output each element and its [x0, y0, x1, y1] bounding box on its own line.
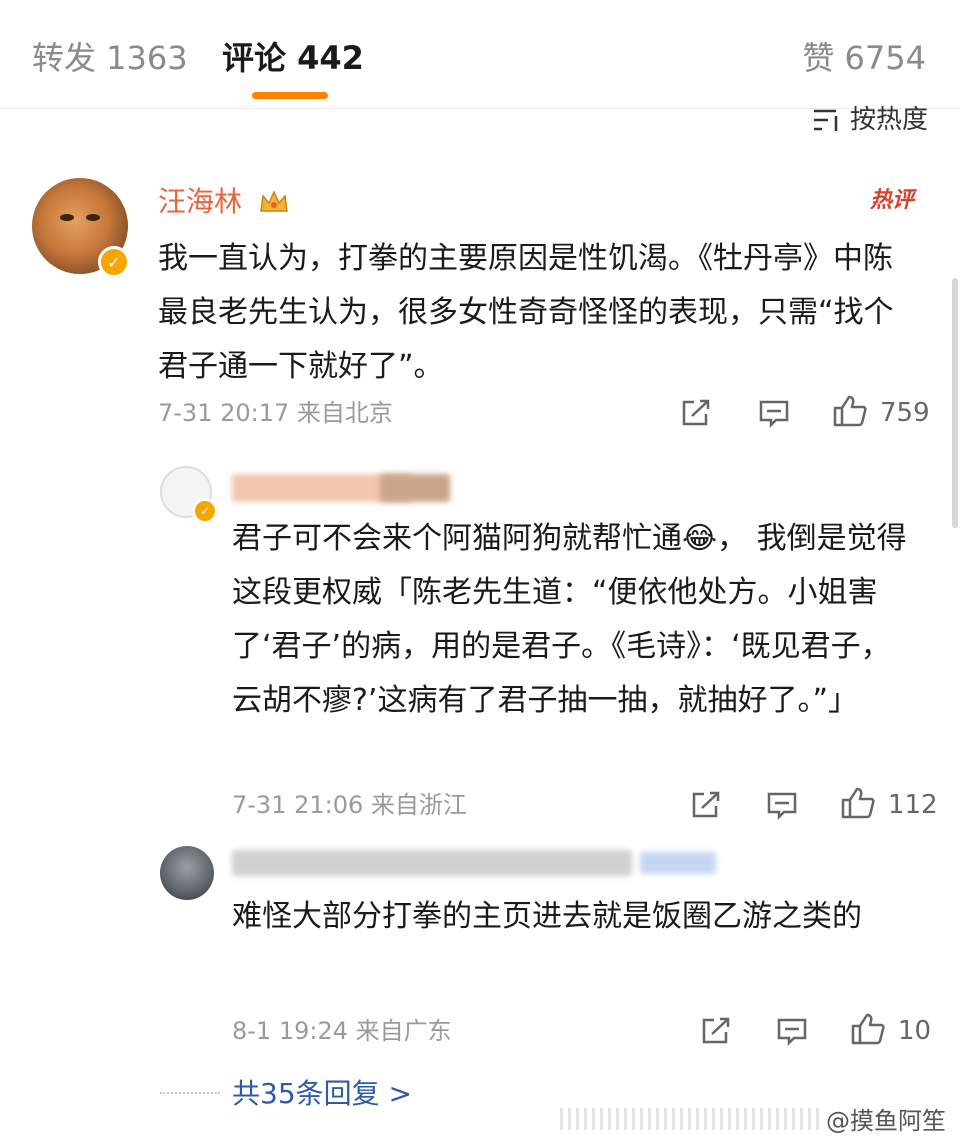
reply-icon[interactable]: [776, 1016, 808, 1046]
avatar[interactable]: [160, 846, 214, 900]
comment-time: 7-31 21:06: [232, 791, 364, 819]
share-icon[interactable]: [690, 790, 722, 820]
comment-location: 来自浙江: [370, 791, 467, 819]
verified-icon: ✓: [192, 498, 218, 524]
comment-meta: 7-31 21:06 来自浙江: [232, 788, 467, 822]
active-tab-indicator: [252, 92, 328, 99]
comment-text: 难怪大部分打拳的主页进去就是饭圈乙游之类的: [232, 899, 862, 934]
divider-dots: [160, 1092, 220, 1094]
like-count: 10: [898, 1016, 932, 1046]
tab-likes[interactable]: 赞 6754: [802, 36, 926, 80]
tab-repost[interactable]: 转发 1363: [32, 36, 188, 80]
watermark-strip: [560, 1108, 820, 1130]
reply-icon[interactable]: [758, 398, 790, 428]
sort-label: 按热度: [849, 105, 928, 135]
verified-icon: ✓: [98, 246, 130, 278]
comment-time: 7-31 20:17: [158, 399, 290, 427]
redacted-username: [232, 850, 632, 876]
share-icon[interactable]: [680, 398, 712, 428]
share-icon[interactable]: [700, 1016, 732, 1046]
comment-meta: 7-31 20:17 来自北京: [158, 396, 393, 430]
comment-meta: 8-1 19:24 来自广东: [232, 1014, 452, 1048]
scrollbar[interactable]: [952, 278, 958, 528]
comment-text: 我一直认为，打拳的主要原因是性饥渴。《牡丹亭》中陈最良老先生认为，很多女性奇奇怪…: [158, 241, 894, 384]
sort-button[interactable]: 按热度: [812, 102, 928, 138]
like-icon[interactable]: [832, 394, 868, 428]
comment-time: 8-1 19:24: [232, 1017, 348, 1045]
comment-username[interactable]: 汪海林: [158, 183, 242, 221]
like-count: 112: [888, 790, 938, 820]
comment-text: 君子可不会来个阿猫阿狗就帮忙通😂， 我倒是觉得这段更权威「陈老先生道：“便依他处…: [232, 521, 907, 718]
hot-comment-badge: 热评: [870, 188, 915, 213]
tab-comments[interactable]: 评论 442: [222, 36, 364, 80]
redacted-badge: [380, 474, 450, 502]
reply-icon[interactable]: [766, 790, 798, 820]
like-icon[interactable]: [840, 786, 876, 820]
more-replies-link[interactable]: 共35条回复 >: [232, 1074, 412, 1114]
comment-tab-bar: 转发 1363 评论 442 赞 6754: [0, 0, 960, 109]
sort-icon: [813, 109, 838, 131]
redacted-badge: [640, 852, 716, 874]
crown-icon: [260, 190, 288, 212]
watermark: @摸鱼阿笙: [820, 1099, 952, 1138]
like-count: 759: [880, 398, 930, 428]
comment-location: 来自广东: [355, 1017, 452, 1045]
comment-location: 来自北京: [296, 399, 393, 427]
like-icon[interactable]: [850, 1012, 886, 1046]
